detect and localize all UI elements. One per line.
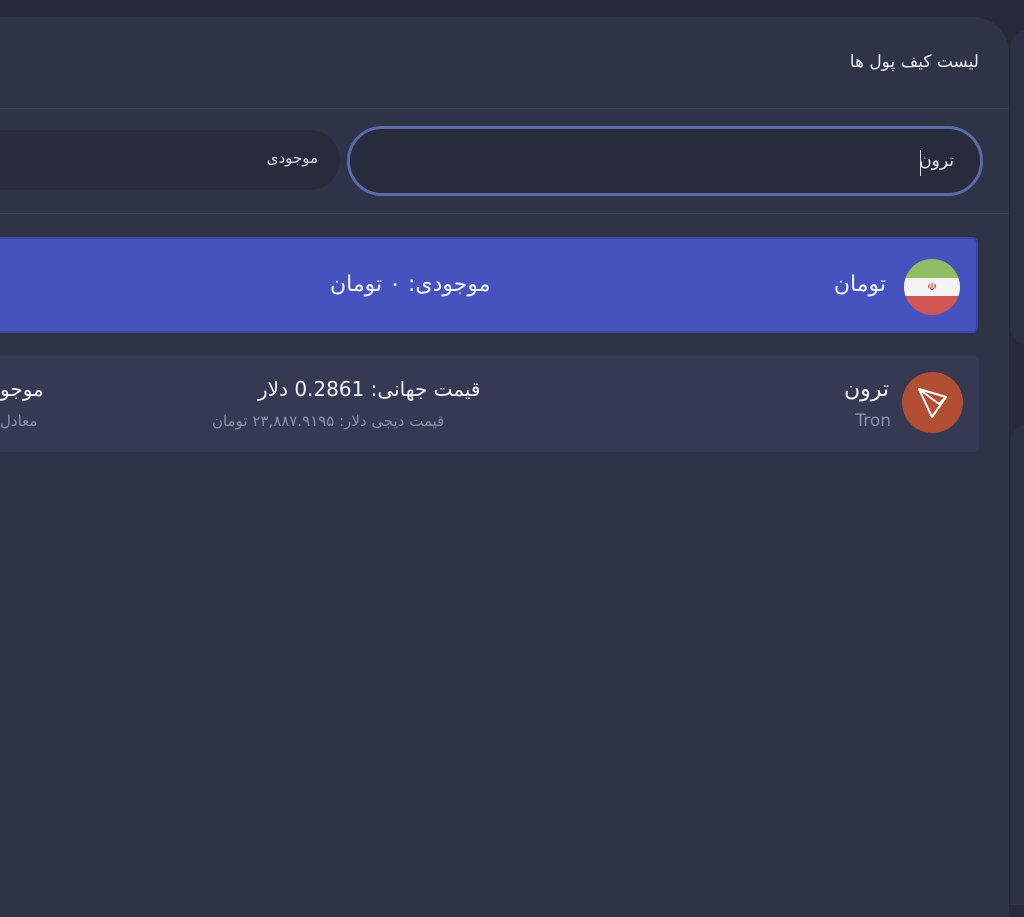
side-panel-top [1010,30,1024,345]
wallet-balance: موجودی: ۰ تومان [330,272,491,297]
wallet-symbol: Tron [855,411,891,431]
header-divider [0,108,1009,109]
side-panel-bottom [1010,425,1024,905]
text-caret [920,150,921,176]
search-input[interactable] [350,129,980,193]
search-box[interactable] [347,126,983,196]
search-divider [0,213,1009,214]
balance-filter-label: موجودی [266,149,318,167]
balance-filter-button[interactable]: موجودی [0,130,340,190]
iran-flag-icon: ☫ [904,259,960,315]
wallet-row-toman[interactable]: ☫ تومان موجودی: ۰ تومان [0,237,978,333]
wallet-name: ترون [843,377,889,402]
digi-price: قیمت دیجی دلار: ۲۳,۸۸۷.۹۱۹۵ تومان [212,412,445,430]
global-price: قیمت جهانی: 0.2861 دلار [258,377,481,401]
wallet-equivalent: معادل [0,412,38,430]
wallet-balance: موجو [0,377,44,401]
wallet-name: تومان [833,272,886,297]
page-title: لیست کیف پول ها [849,52,979,72]
tron-icon [902,372,963,433]
wallet-row-tron[interactable]: ترون Tron قیمت جهانی: 0.2861 دلار قیمت د… [0,355,979,452]
